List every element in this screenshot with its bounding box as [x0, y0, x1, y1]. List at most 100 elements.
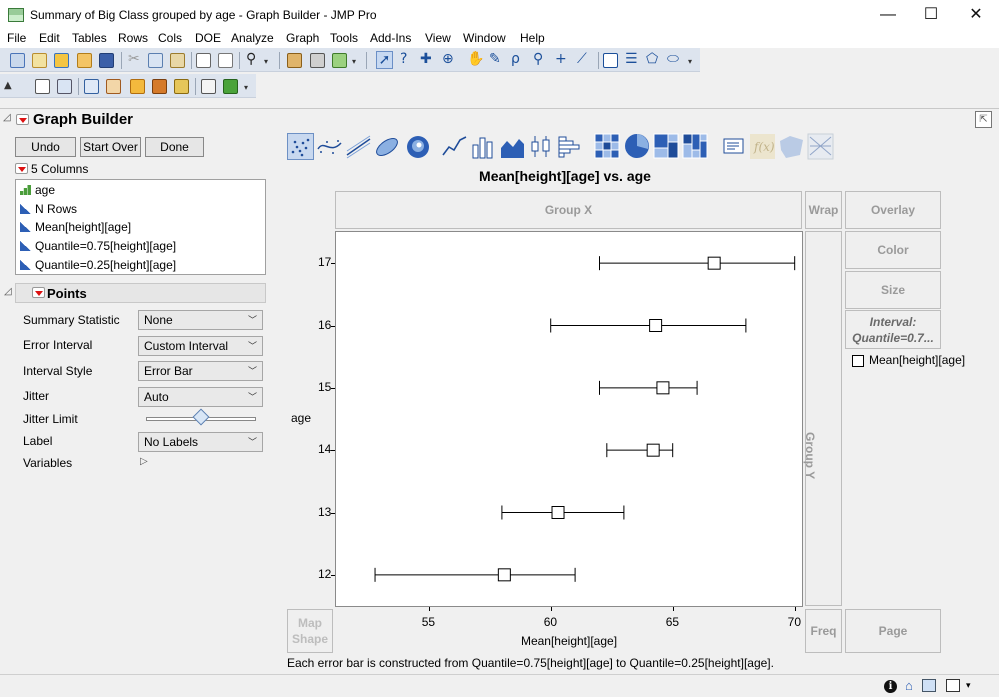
column-item-quantile-75[interactable]: Quantile=0.75[height][age]: [20, 239, 176, 253]
help-cursor-icon[interactable]: ?: [400, 51, 407, 67]
column-item-age[interactable]: age: [20, 183, 55, 197]
start-over-button[interactable]: Start Over: [80, 137, 141, 157]
caption-box-element-icon[interactable]: [720, 133, 747, 160]
minimize-button[interactable]: —: [865, 0, 911, 30]
add-window-icon[interactable]: [332, 53, 347, 68]
maximize-button[interactable]: ☐: [908, 0, 954, 30]
data-grid-icon[interactable]: [287, 53, 302, 68]
menu-graph[interactable]: Graph: [286, 31, 319, 45]
column-item-quantile-25[interactable]: Quantile=0.25[height][age]: [20, 258, 176, 272]
checkbox-icon[interactable]: [946, 679, 960, 692]
treemap-element-icon[interactable]: [653, 133, 680, 160]
sort-icon[interactable]: ▲: [4, 80, 12, 91]
heatmap-element-icon[interactable]: [594, 133, 621, 160]
run-script-icon[interactable]: [223, 79, 238, 94]
summary-statistic-select[interactable]: None ﹀: [138, 310, 263, 330]
error-interval-select[interactable]: Custom Interval ﹀: [138, 336, 263, 356]
wrap-zone[interactable]: Wrap: [805, 191, 842, 229]
map-shape-zone[interactable]: Map Shape: [287, 609, 333, 653]
chevron-down-icon[interactable]: ▾: [244, 83, 248, 92]
column-item-mean-height[interactable]: Mean[height][age]: [20, 220, 131, 234]
chevron-down-icon[interactable]: ▾: [688, 57, 692, 66]
area-element-icon[interactable]: [499, 133, 526, 160]
home-window-icon[interactable]: [310, 53, 325, 68]
journal-icon[interactable]: [196, 53, 211, 68]
lines-icon[interactable]: ☰: [625, 51, 638, 67]
plus-cross-icon[interactable]: +: [555, 51, 567, 67]
done-button[interactable]: Done: [145, 137, 204, 157]
size-zone[interactable]: Size: [845, 271, 941, 309]
calculator-icon[interactable]: [201, 79, 216, 94]
ellipse-element-icon[interactable]: [374, 133, 401, 160]
pie-element-icon[interactable]: [624, 133, 651, 160]
overlay-zone[interactable]: Overlay: [845, 191, 941, 229]
columns-red-triangle-icon[interactable]: [15, 163, 28, 174]
menu-tools[interactable]: Tools: [330, 31, 358, 45]
histogram-element-icon[interactable]: [557, 133, 584, 160]
group-y-zone[interactable]: Group Y: [803, 231, 842, 606]
points-header[interactable]: Points: [15, 283, 266, 303]
formula-element-icon[interactable]: f(x): [749, 133, 776, 160]
select-rows-icon[interactable]: [84, 79, 99, 94]
search-icon[interactable]: ⚲: [246, 51, 256, 67]
layout-icon[interactable]: [218, 53, 233, 68]
save-icon[interactable]: [99, 53, 114, 68]
text-annotate-icon[interactable]: [603, 53, 618, 68]
red-triangle-menu-icon[interactable]: [16, 114, 29, 125]
magnifier-icon[interactable]: ⚲: [533, 51, 543, 67]
jitter-limit-slider-thumb[interactable]: [192, 408, 210, 426]
group-x-zone[interactable]: Group X: [335, 191, 802, 229]
box-plot-element-icon[interactable]: [528, 133, 555, 160]
menu-file[interactable]: File: [7, 31, 26, 45]
row-states-icon[interactable]: [106, 79, 121, 94]
menu-edit[interactable]: Edit: [39, 31, 60, 45]
color-zone[interactable]: Color: [845, 231, 941, 269]
polygon-icon[interactable]: ⬠: [646, 51, 658, 67]
interval-style-select[interactable]: Error Bar ﹀: [138, 361, 263, 381]
plot-frame[interactable]: [335, 231, 803, 607]
jitter-select[interactable]: Auto ﹀: [138, 387, 263, 407]
sort-columns-icon[interactable]: [130, 79, 145, 94]
contour-element-icon[interactable]: [404, 133, 431, 160]
menu-cols[interactable]: Cols: [158, 31, 182, 45]
crosshair-icon[interactable]: ⊕: [442, 51, 454, 67]
paste-icon[interactable]: [170, 53, 185, 68]
variables-expand-icon[interactable]: ▷: [140, 456, 148, 467]
home-icon[interactable]: ⌂: [905, 678, 913, 693]
map-shapes-element-icon[interactable]: [778, 133, 805, 160]
menu-add-ins[interactable]: Add-Ins: [370, 31, 411, 45]
new-script-icon[interactable]: [32, 53, 47, 68]
menu-view[interactable]: View: [425, 31, 451, 45]
menu-tables[interactable]: Tables: [72, 31, 107, 45]
chevron-down-icon[interactable]: ▾: [966, 680, 971, 691]
close-button[interactable]: ✕: [953, 0, 999, 30]
split-columns-icon[interactable]: [152, 79, 167, 94]
selection-plus-icon[interactable]: ✚: [420, 51, 432, 67]
page-zone[interactable]: Page: [845, 609, 941, 653]
interval-zone[interactable]: Interval: Quantile=0.7...: [845, 310, 941, 349]
line-tool-icon[interactable]: ⟋: [577, 51, 587, 67]
chevron-down-icon[interactable]: ▾: [264, 57, 268, 66]
menu-help[interactable]: Help: [520, 31, 545, 45]
window-list-icon[interactable]: [922, 679, 936, 692]
copy-icon[interactable]: [148, 53, 163, 68]
undo-button[interactable]: Undo: [15, 137, 76, 157]
column-item-n-rows[interactable]: N Rows: [20, 202, 77, 216]
brush-icon[interactable]: ✎: [489, 51, 501, 67]
data-table-icon[interactable]: [35, 79, 50, 94]
info-icon[interactable]: i: [884, 680, 897, 693]
line-element-icon[interactable]: [441, 133, 468, 160]
open-folder-icon[interactable]: [77, 53, 92, 68]
points-element-icon[interactable]: [287, 133, 314, 160]
menu-analyze[interactable]: Analyze: [231, 31, 274, 45]
collapse-triangle-icon[interactable]: ◿: [3, 112, 11, 123]
smoother-element-icon[interactable]: [316, 133, 343, 160]
menu-window[interactable]: Window: [463, 31, 506, 45]
parallel-element-icon[interactable]: [807, 133, 834, 160]
pin-panel-icon[interactable]: ⇱: [975, 111, 992, 128]
arrow-cursor-icon[interactable]: ➚: [376, 51, 393, 69]
ellipse-icon[interactable]: ⬭: [667, 51, 679, 67]
cut-icon[interactable]: ✂: [128, 51, 140, 67]
menu-doe[interactable]: DOE: [195, 31, 221, 45]
menu-rows[interactable]: Rows: [118, 31, 148, 45]
